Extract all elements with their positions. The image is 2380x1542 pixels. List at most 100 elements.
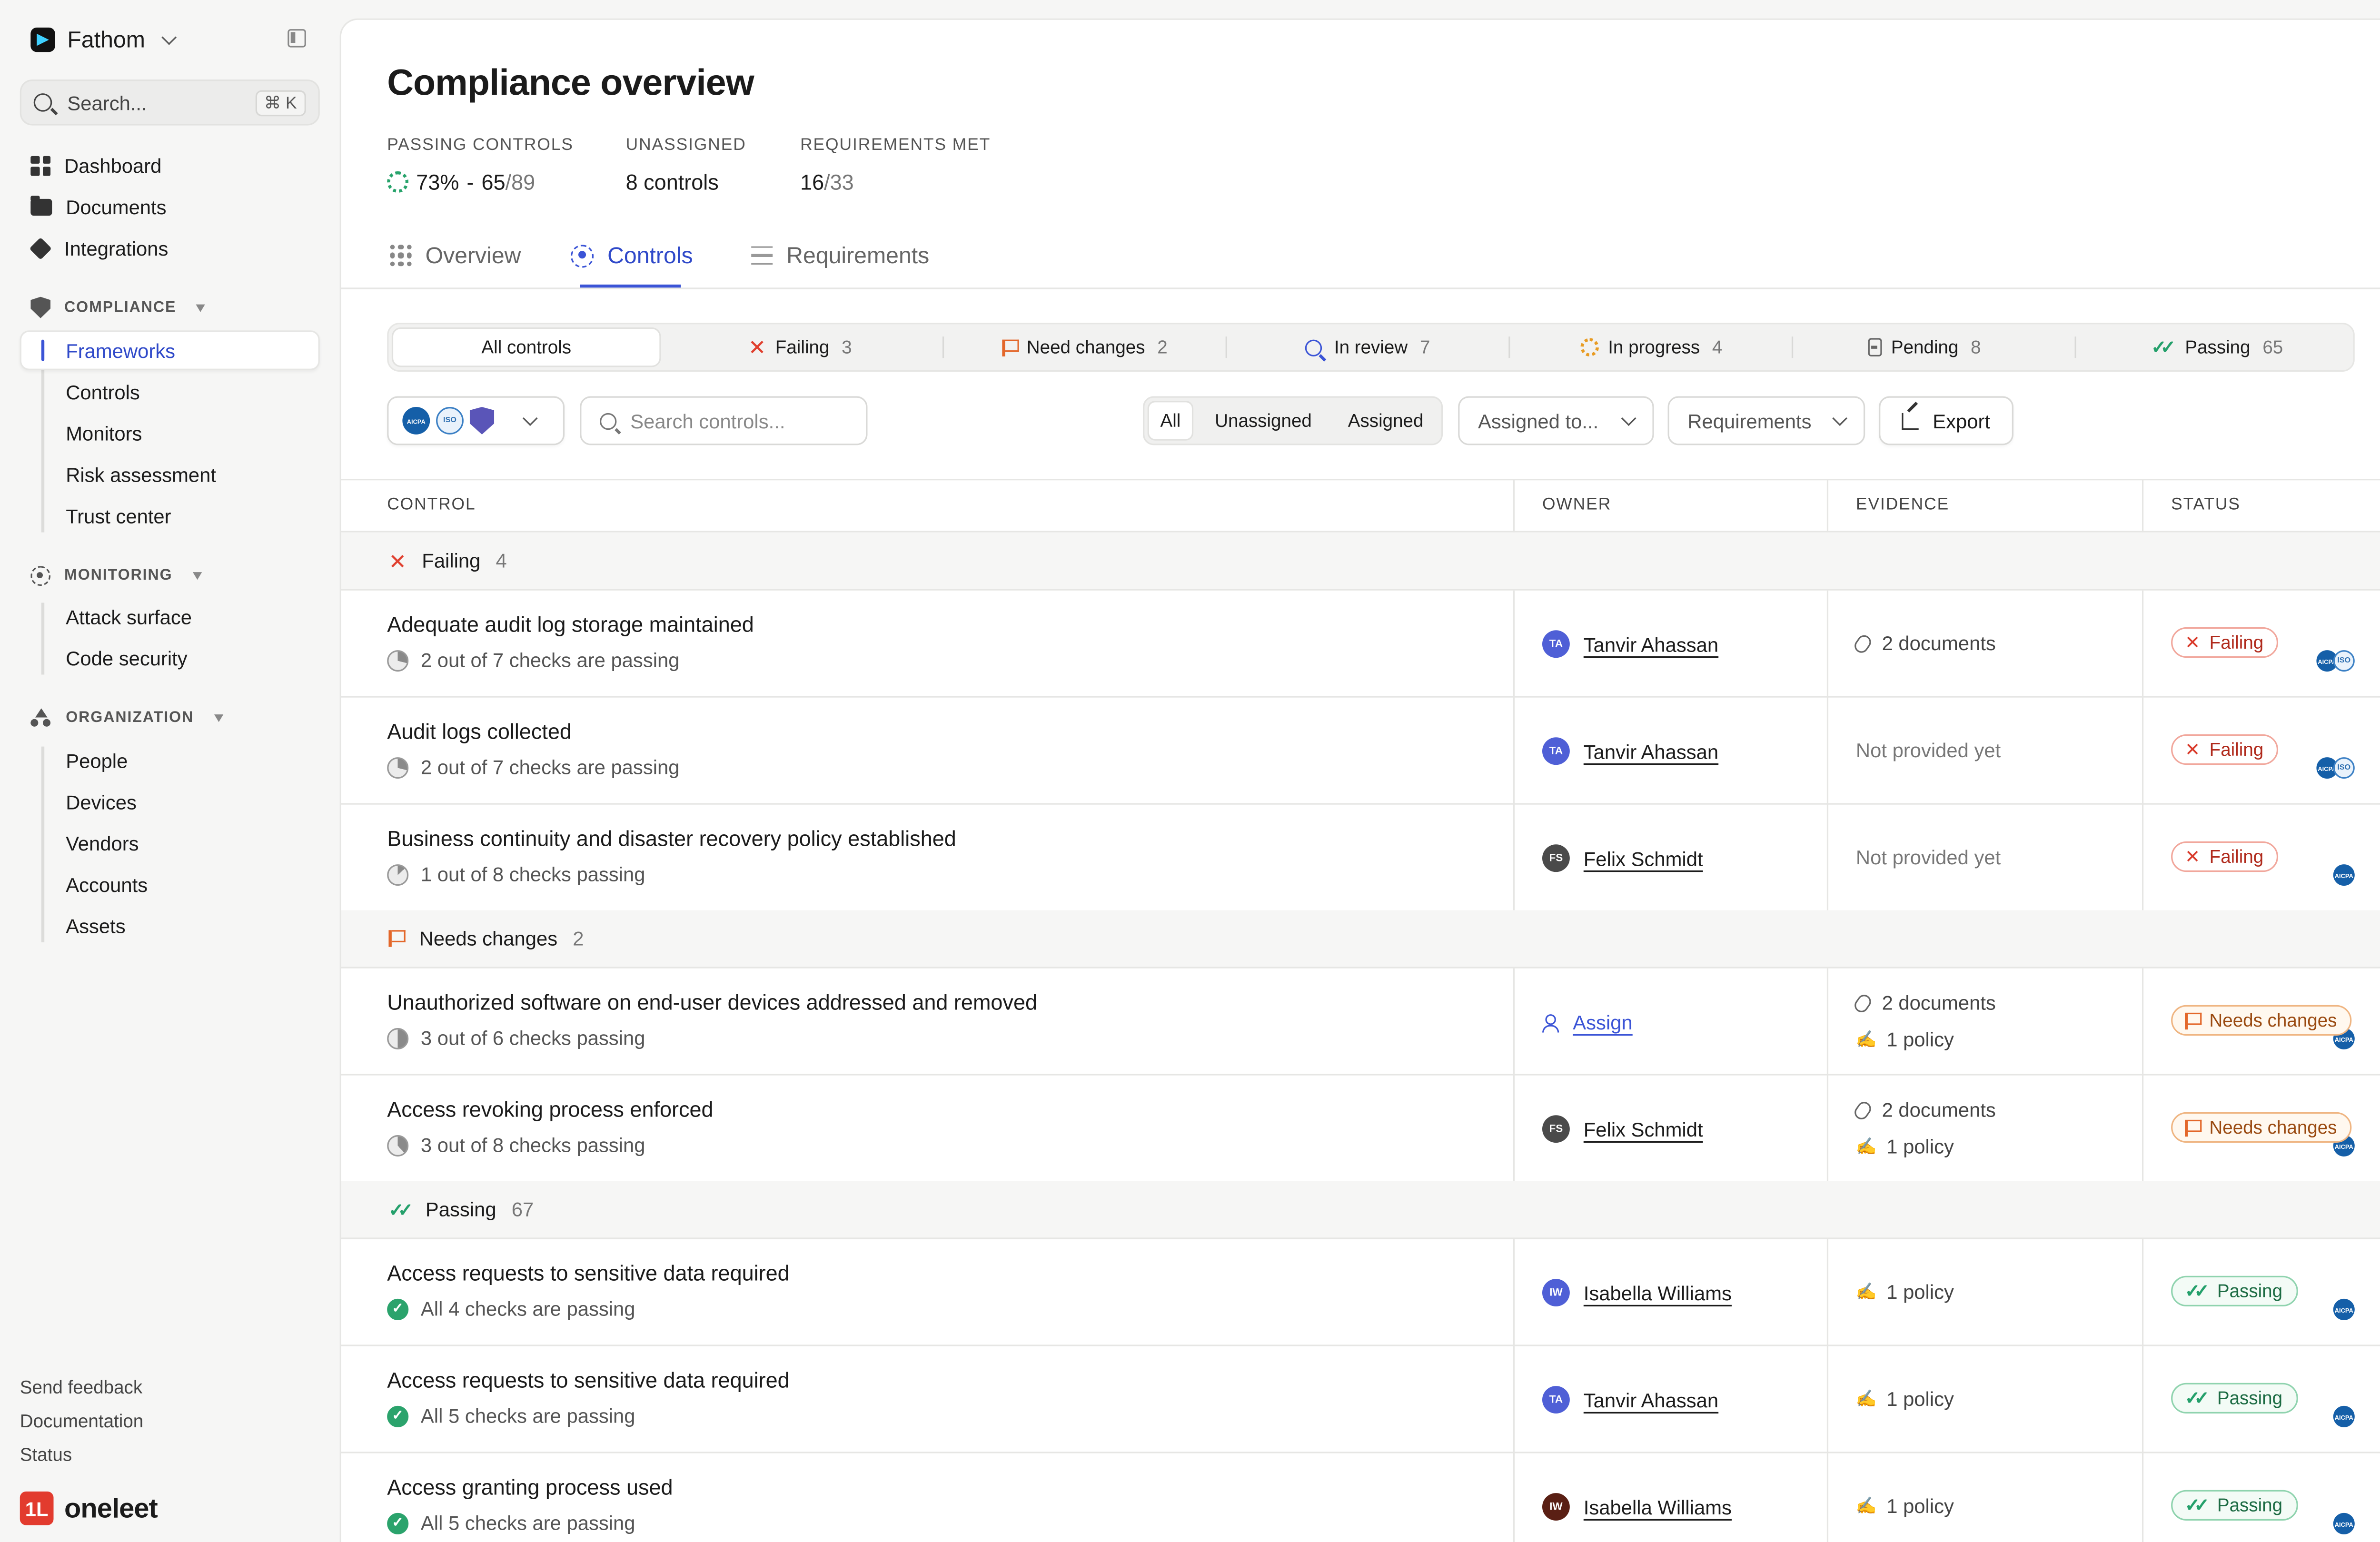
- table-row[interactable]: Unauthorized software on end-user device…: [341, 969, 2380, 1076]
- status-text: Needs changes: [2209, 1009, 2337, 1031]
- status-filter-bar: All controls ✕ Failing 3 Need changes 2 …: [387, 323, 2355, 372]
- evidence-documents[interactable]: 2 documents: [1852, 991, 1996, 1014]
- sidebar-item-trust-center[interactable]: Trust center: [66, 500, 171, 531]
- search-input[interactable]: Search... ⌘ K: [20, 79, 320, 126]
- tab-controls[interactable]: Controls: [570, 240, 693, 271]
- table-row[interactable]: Access requests to sensitive data requir…: [341, 1239, 2380, 1346]
- filter-need-changes[interactable]: Need changes 2: [1002, 324, 1168, 370]
- export-button[interactable]: Export: [1879, 396, 2013, 445]
- column-header-evidence[interactable]: EVIDENCE: [1856, 495, 1949, 514]
- sidebar-item-frameworks[interactable]: Frameworks: [66, 335, 175, 366]
- sidebar-item-accounts[interactable]: Accounts: [66, 869, 148, 900]
- filter-in-progress[interactable]: In progress 4: [1580, 324, 1722, 370]
- sidebar-item-code-security[interactable]: Code security: [66, 642, 187, 673]
- group-header-passing[interactable]: ✓✓ Passing 67: [341, 1181, 2380, 1239]
- search-controls-input[interactable]: Search controls...: [580, 396, 868, 445]
- table-row[interactable]: Adequate audit log storage maintained 2 …: [341, 591, 2380, 698]
- page-tabs: Overview Controls Requirements: [341, 219, 2380, 289]
- column-header-owner[interactable]: OWNER: [1542, 495, 1611, 514]
- group-header-failing[interactable]: ✕ Failing 4: [341, 532, 2380, 591]
- status-badge: ✕ Failing: [2171, 734, 2279, 765]
- filter-label: Pending: [1891, 336, 1959, 358]
- owner-name: Isabella Williams: [1583, 1495, 1732, 1519]
- owner-cell[interactable]: IW Isabella Williams: [1542, 1453, 1732, 1542]
- column-header-status[interactable]: STATUS: [2171, 495, 2241, 514]
- framework-badges: AICPA ISO: [2316, 757, 2355, 779]
- sidebar-item-attack-surface[interactable]: Attack surface: [66, 601, 192, 632]
- owner-cell[interactable]: FS Felix Schmidt: [1542, 1076, 1703, 1183]
- sidebar-item-assets[interactable]: Assets: [66, 910, 125, 941]
- evidence-policy[interactable]: ✍ 1 policy: [1856, 1028, 1954, 1051]
- table-row[interactable]: Access granting process used ✓ All 5 chec…: [341, 1453, 2380, 1542]
- evidence-policy[interactable]: ✍ 1 policy: [1856, 1280, 1954, 1303]
- table-row[interactable]: Business continuity and disaster recover…: [341, 805, 2380, 912]
- group-header-needs-changes[interactable]: Needs changes 2: [341, 910, 2380, 969]
- evidence-documents[interactable]: 2 documents: [1852, 632, 1996, 655]
- segment-all[interactable]: All: [1147, 401, 1194, 441]
- tab-overview[interactable]: Overview: [390, 240, 521, 271]
- evidence-policy[interactable]: ✍ 1 policy: [1856, 1135, 1954, 1158]
- evidence-policy[interactable]: ✍ 1 policy: [1856, 1387, 1954, 1410]
- nav-documents[interactable]: Documents: [30, 191, 167, 222]
- caret-down-icon: [192, 571, 202, 579]
- owner-cell[interactable]: TA Tanvir Ahassan: [1542, 591, 1718, 698]
- sidebar-item-controls[interactable]: Controls: [66, 376, 140, 407]
- owner-cell[interactable]: TA Tanvir Ahassan: [1542, 698, 1718, 805]
- section-organization[interactable]: ORGANIZATION: [30, 705, 223, 730]
- sidebar-item-vendors[interactable]: Vendors: [66, 828, 139, 858]
- table-row[interactable]: Access revoking process enforced 3 out o…: [341, 1076, 2380, 1183]
- table-row[interactable]: Audit logs collected 2 out of 7 checks a…: [341, 698, 2380, 805]
- owner-cell[interactable]: IW Isabella Williams: [1542, 1239, 1732, 1346]
- column-header-control[interactable]: CONTROL: [387, 495, 476, 514]
- segment-unassigned[interactable]: Unassigned: [1215, 398, 1312, 444]
- sidebar-item-people[interactable]: People: [66, 745, 128, 775]
- paperclip-icon: [1852, 1098, 1874, 1122]
- filter-failing[interactable]: ✕ Failing 3: [748, 324, 852, 370]
- checks-text: 3 out of 8 checks passing: [420, 1133, 645, 1156]
- segment-assigned[interactable]: Assigned: [1348, 398, 1424, 444]
- filter-passing[interactable]: ✓✓ Passing 65: [2151, 324, 2283, 370]
- section-monitoring[interactable]: MONITORING: [30, 563, 202, 587]
- filter-label: In progress: [1608, 336, 1700, 358]
- filter-in-review[interactable]: In review 7: [1305, 324, 1430, 370]
- sidebar: Fathom Search... ⌘ K Dashboard Documents…: [0, 0, 340, 1542]
- sidebar-item-devices[interactable]: Devices: [66, 786, 137, 817]
- tab-requirements[interactable]: Requirements: [751, 240, 929, 271]
- stat-requirements-met: REQUIREMENTS MET 16/33: [800, 136, 991, 194]
- workspace-switcher[interactable]: Fathom: [30, 24, 177, 55]
- nav-dashboard[interactable]: Dashboard: [30, 150, 161, 180]
- assign-link: Assign: [1573, 1010, 1633, 1034]
- nav-integrations[interactable]: Integrations: [29, 233, 168, 263]
- evidence-policy[interactable]: ✍ 1 policy: [1856, 1494, 1954, 1517]
- divider: [2074, 336, 2076, 358]
- filter-pending[interactable]: Pending 8: [1868, 324, 1981, 370]
- send-feedback-link[interactable]: Send feedback: [20, 1377, 142, 1398]
- checks-text: 1 out of 8 checks passing: [420, 862, 645, 886]
- framework-badges: AICPA: [2333, 1405, 2355, 1427]
- iso-badge-icon: ISO: [2333, 757, 2355, 779]
- control-name: Access revoking process enforced: [387, 1097, 714, 1122]
- stat-value: 16/33: [800, 170, 991, 194]
- section-compliance[interactable]: COMPLIANCE: [30, 295, 206, 319]
- iso-badge-icon: ISO: [2333, 650, 2355, 672]
- assigned-to-dropdown[interactable]: Assigned to...: [1458, 396, 1654, 445]
- framework-select[interactable]: AICPA ISO: [387, 396, 565, 445]
- evidence-text: 1 policy: [1886, 1494, 1954, 1518]
- group-count: 67: [511, 1197, 534, 1221]
- brand-mark-icon: 1L: [20, 1491, 54, 1525]
- sidebar-item-risk-assessment[interactable]: Risk assessment: [66, 459, 216, 489]
- status-link[interactable]: Status: [20, 1444, 72, 1465]
- evidence-documents[interactable]: 2 documents: [1852, 1098, 1996, 1121]
- owner-cell[interactable]: TA Tanvir Ahassan: [1542, 1346, 1718, 1453]
- sidebar-item-monitors[interactable]: Monitors: [66, 418, 142, 448]
- owner-cell[interactable]: FS Felix Schmidt: [1542, 805, 1703, 912]
- requirements-dropdown[interactable]: Requirements: [1667, 396, 1865, 445]
- stat-label: REQUIREMENTS MET: [800, 136, 991, 155]
- aicpa-soc-badge-icon: AICPA: [2333, 864, 2355, 886]
- dropdown-label: Requirements: [1687, 409, 1812, 433]
- documentation-link[interactable]: Documentation: [20, 1411, 143, 1432]
- assign-owner-button[interactable]: Assign: [1542, 969, 1633, 1076]
- filter-all-controls[interactable]: All controls: [391, 327, 661, 367]
- sidebar-toggle-icon[interactable]: [288, 29, 306, 48]
- table-row[interactable]: Access requests to sensitive data requir…: [341, 1346, 2380, 1453]
